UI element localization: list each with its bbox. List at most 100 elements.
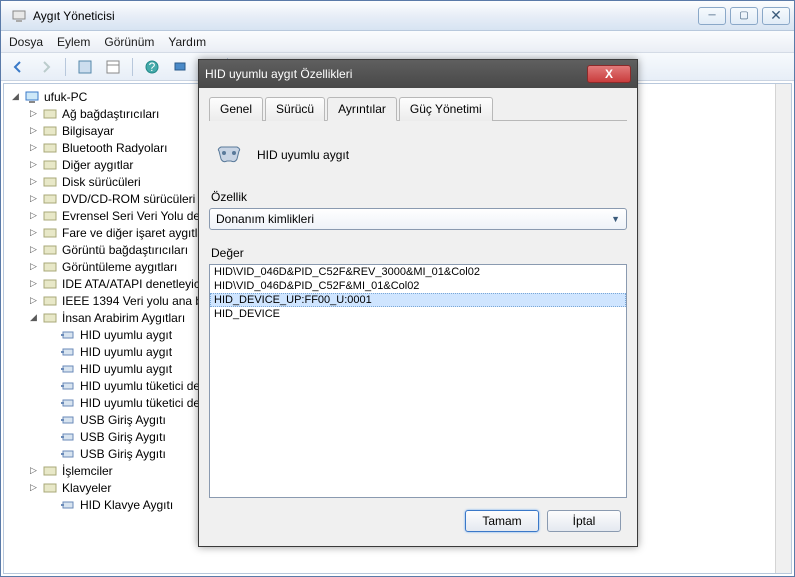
device-category-icon [42,242,58,258]
device-category-icon [42,140,58,156]
tree-item-label: Klavyeler [62,481,111,495]
tab-general[interactable]: Genel [209,97,263,121]
tree-item-label: HID uyumlu aygıt [80,345,172,359]
tab-driver[interactable]: Sürücü [265,97,325,121]
toolbar-separator [65,58,66,76]
device-category-icon [60,446,76,462]
tree-item-label: Diğer aygıtlar [62,158,133,172]
tree-toggle-icon[interactable] [46,329,57,340]
menu-view[interactable]: Görünüm [104,35,154,49]
device-category-icon [60,429,76,445]
tree-item-label: Bilgisayar [62,124,114,138]
app-icon [11,8,27,24]
list-item[interactable]: HID\VID_046D&PID_C52F&MI_01&Col02 [210,279,626,293]
device-category-icon [42,157,58,173]
tree-item-label: USB Giriş Aygıtı [80,447,166,461]
tree-item-label: HID uyumlu aygıt [80,328,172,342]
list-item[interactable]: HID_DEVICE_UP:FF00_U:0001 [210,293,626,307]
minimize-button[interactable]: ─ [698,7,726,25]
dialog-buttons: Tamam İptal [209,498,627,538]
list-item[interactable]: HID\VID_046D&PID_C52F&REV_3000&MI_01&Col… [210,265,626,279]
tree-toggle-icon[interactable] [46,414,57,425]
menu-help[interactable]: Yardım [168,35,206,49]
device-category-icon [24,89,40,105]
tree-toggle-icon[interactable]: ▷ [28,295,39,306]
tree-toggle-icon[interactable]: ▷ [28,142,39,153]
menu-action[interactable]: Eylem [57,35,90,49]
menubar: Dosya Eylem Görünüm Yardım [1,31,794,53]
tree-toggle-icon[interactable] [46,346,57,357]
device-category-icon [42,463,58,479]
device-category-icon [42,276,58,292]
tree-toggle-icon[interactable]: ▷ [28,482,39,493]
tree-toggle-icon[interactable] [46,380,57,391]
tree-toggle-icon[interactable] [46,448,57,459]
tree-toggle-icon[interactable]: ▷ [28,210,39,221]
tree-toggle-icon[interactable]: ▷ [28,465,39,476]
device-category-icon [60,412,76,428]
properties-button[interactable] [74,56,96,78]
tree-toggle-icon[interactable]: ▷ [28,125,39,136]
property-dropdown[interactable]: Donanım kimlikleri ▼ [209,208,627,230]
tree-item-label: Disk sürücüleri [62,175,141,189]
property-value: Donanım kimlikleri [216,212,314,226]
dialog-close-button[interactable]: X [587,65,631,83]
back-button[interactable] [7,56,29,78]
dialog-title: HID uyumlu aygıt Özellikleri [205,67,587,81]
device-category-icon [42,191,58,207]
tree-toggle-icon[interactable] [46,397,57,408]
device-category-icon [60,378,76,394]
device-category-icon [42,480,58,496]
tree-toggle-icon[interactable]: ▷ [28,108,39,119]
tab-details[interactable]: Ayrıntılar [327,97,397,121]
help-button[interactable]: ? [141,56,163,78]
properties-dialog: HID uyumlu aygıt Özellikleri X Genel Sür… [198,59,638,547]
tab-power[interactable]: Güç Yönetimi [399,97,493,121]
tree-toggle-icon[interactable] [46,431,57,442]
svg-text:?: ? [149,60,156,74]
tree-toggle-icon[interactable]: ▷ [28,278,39,289]
cancel-button[interactable]: İptal [547,510,621,532]
chevron-down-icon: ▼ [611,214,620,224]
tree-item-label: İşlemciler [62,464,113,478]
close-button[interactable]: ✕ [762,7,790,25]
tree-toggle-icon[interactable] [46,363,57,374]
device-category-icon [42,259,58,275]
tree-item-label: Görüntü bağdaştırıcıları [62,243,188,257]
device-category-icon [60,344,76,360]
tree-toggle-icon[interactable]: ◢ [10,91,21,102]
tree-item-label: Fare ve diğer işaret aygıtları [62,226,211,240]
ok-button[interactable]: Tamam [465,510,539,532]
device-category-icon [60,361,76,377]
tree-item-label: USB Giriş Aygıtı [80,413,166,427]
tree-toggle-icon[interactable]: ▷ [28,244,39,255]
tree-item-label: Bluetooth Radyoları [62,141,167,155]
device-category-icon [42,208,58,224]
device-category-icon [42,106,58,122]
scan-button[interactable] [169,56,191,78]
hardware-ids-listbox[interactable]: HID\VID_046D&PID_C52F&REV_3000&MI_01&Col… [209,264,627,498]
tree-item-label: IDE ATA/ATAPI denetleyicileri [62,277,219,291]
tree-toggle-icon[interactable]: ▷ [28,159,39,170]
dialog-titlebar[interactable]: HID uyumlu aygıt Özellikleri X [199,60,637,88]
device-category-icon [42,174,58,190]
device-category-icon [42,310,58,326]
view-button[interactable] [102,56,124,78]
device-category-icon [60,395,76,411]
device-category-icon [60,497,76,513]
tree-item-label: HID Klavye Aygıtı [80,498,173,512]
tree-toggle-icon[interactable]: ▷ [28,176,39,187]
tree-toggle-icon[interactable]: ◢ [28,312,39,323]
maximize-button[interactable]: ▢ [730,7,758,25]
tree-toggle-icon[interactable]: ▷ [28,193,39,204]
gamepad-icon [213,137,245,172]
tree-toggle-icon[interactable] [46,499,57,510]
toolbar-separator [132,58,133,76]
vertical-scrollbar[interactable] [775,84,791,573]
forward-button[interactable] [35,56,57,78]
tree-toggle-icon[interactable]: ▷ [28,261,39,272]
list-item[interactable]: HID_DEVICE [210,307,626,321]
tree-toggle-icon[interactable]: ▷ [28,227,39,238]
titlebar[interactable]: Aygıt Yöneticisi ─ ▢ ✕ [1,1,794,31]
menu-file[interactable]: Dosya [9,35,43,49]
